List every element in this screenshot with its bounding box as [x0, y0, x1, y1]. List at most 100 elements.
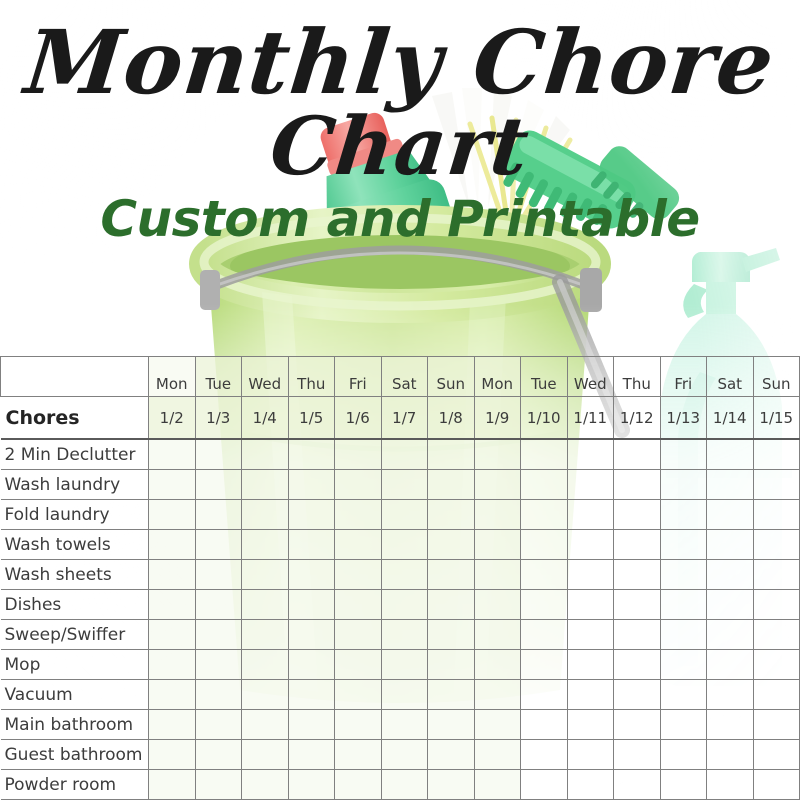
chore-check-cell[interactable]: [334, 619, 382, 650]
chore-check-cell[interactable]: [706, 739, 754, 770]
chore-check-cell[interactable]: [473, 709, 521, 740]
chore-check-cell[interactable]: [380, 559, 428, 590]
chore-check-cell[interactable]: [194, 619, 242, 650]
date-header[interactable]: 1/6: [334, 396, 382, 440]
chore-check-cell[interactable]: [566, 438, 614, 470]
chore-check-cell[interactable]: [473, 559, 521, 590]
chore-check-cell[interactable]: [241, 529, 289, 560]
chore-check-cell[interactable]: [241, 438, 289, 470]
chore-check-cell[interactable]: [334, 739, 382, 770]
chore-check-cell[interactable]: [427, 709, 475, 740]
chore-check-cell[interactable]: [427, 769, 475, 800]
chore-check-cell[interactable]: [194, 438, 242, 470]
chore-check-cell[interactable]: [752, 559, 800, 590]
chore-check-cell[interactable]: [427, 589, 475, 620]
chore-check-cell[interactable]: [241, 559, 289, 590]
date-header[interactable]: 1/7: [380, 396, 428, 440]
chore-check-cell[interactable]: [613, 739, 661, 770]
chore-check-cell[interactable]: [566, 469, 614, 500]
chore-check-cell[interactable]: [659, 469, 707, 500]
chore-check-cell[interactable]: [520, 769, 568, 800]
chore-check-cell[interactable]: [473, 469, 521, 500]
chore-check-cell[interactable]: [520, 469, 568, 500]
chore-check-cell[interactable]: [566, 679, 614, 710]
chore-check-cell[interactable]: [241, 769, 289, 800]
chore-check-cell[interactable]: [706, 499, 754, 530]
chore-check-cell[interactable]: [613, 709, 661, 740]
chore-check-cell[interactable]: [287, 559, 335, 590]
chore-check-cell[interactable]: [752, 769, 800, 800]
chore-check-cell[interactable]: [706, 769, 754, 800]
chore-check-cell[interactable]: [706, 709, 754, 740]
chore-check-cell[interactable]: [613, 529, 661, 560]
date-header[interactable]: 1/3: [194, 396, 242, 440]
chore-check-cell[interactable]: [752, 499, 800, 530]
chore-check-cell[interactable]: [520, 589, 568, 620]
chore-check-cell[interactable]: [241, 499, 289, 530]
chore-check-cell[interactable]: [334, 559, 382, 590]
chore-check-cell[interactable]: [241, 589, 289, 620]
chore-check-cell[interactable]: [427, 649, 475, 680]
chore-check-cell[interactable]: [520, 649, 568, 680]
chore-check-cell[interactable]: [380, 679, 428, 710]
chore-check-cell[interactable]: [427, 529, 475, 560]
chore-check-cell[interactable]: [287, 499, 335, 530]
chore-check-cell[interactable]: [566, 769, 614, 800]
chore-check-cell[interactable]: [752, 589, 800, 620]
chore-check-cell[interactable]: [613, 469, 661, 500]
chore-check-cell[interactable]: [334, 649, 382, 680]
chore-check-cell[interactable]: [659, 709, 707, 740]
chore-check-cell[interactable]: [287, 529, 335, 560]
chore-check-cell[interactable]: [241, 709, 289, 740]
chore-check-cell[interactable]: [520, 739, 568, 770]
chore-check-cell[interactable]: [520, 559, 568, 590]
chore-check-cell[interactable]: [380, 438, 428, 470]
chore-check-cell[interactable]: [380, 589, 428, 620]
chore-check-cell[interactable]: [427, 438, 475, 470]
chore-check-cell[interactable]: [752, 709, 800, 740]
chore-check-cell[interactable]: [194, 709, 242, 740]
chore-check-cell[interactable]: [566, 559, 614, 590]
chore-check-cell[interactable]: [427, 679, 475, 710]
chore-check-cell[interactable]: [194, 499, 242, 530]
chore-check-cell[interactable]: [613, 649, 661, 680]
chore-check-cell[interactable]: [473, 739, 521, 770]
chore-check-cell[interactable]: [706, 649, 754, 680]
chore-check-cell[interactable]: [194, 589, 242, 620]
chore-check-cell[interactable]: [473, 679, 521, 710]
chore-check-cell[interactable]: [659, 529, 707, 560]
chore-check-cell[interactable]: [706, 469, 754, 500]
chore-check-cell[interactable]: [380, 499, 428, 530]
chore-check-cell[interactable]: [566, 739, 614, 770]
chore-check-cell[interactable]: [752, 469, 800, 500]
chore-check-cell[interactable]: [148, 739, 196, 770]
chore-check-cell[interactable]: [194, 769, 242, 800]
date-header[interactable]: 1/12: [613, 396, 661, 440]
chore-check-cell[interactable]: [241, 679, 289, 710]
chore-check-cell[interactable]: [473, 529, 521, 560]
chore-check-cell[interactable]: [194, 739, 242, 770]
chore-check-cell[interactable]: [566, 589, 614, 620]
chore-check-cell[interactable]: [613, 438, 661, 470]
chore-check-cell[interactable]: [752, 619, 800, 650]
chore-check-cell[interactable]: [334, 529, 382, 560]
chore-check-cell[interactable]: [659, 649, 707, 680]
chore-check-cell[interactable]: [473, 589, 521, 620]
chore-check-cell[interactable]: [334, 769, 382, 800]
chore-check-cell[interactable]: [287, 438, 335, 470]
chore-check-cell[interactable]: [659, 769, 707, 800]
chore-check-cell[interactable]: [287, 739, 335, 770]
date-header[interactable]: 1/13: [659, 396, 707, 440]
chore-check-cell[interactable]: [194, 559, 242, 590]
chore-check-cell[interactable]: [241, 739, 289, 770]
chore-check-cell[interactable]: [194, 679, 242, 710]
chore-check-cell[interactable]: [334, 709, 382, 740]
chore-check-cell[interactable]: [566, 649, 614, 680]
chore-check-cell[interactable]: [659, 438, 707, 470]
chore-check-cell[interactable]: [194, 529, 242, 560]
chore-check-cell[interactable]: [752, 438, 800, 470]
chore-check-cell[interactable]: [241, 649, 289, 680]
chore-check-cell[interactable]: [334, 589, 382, 620]
chore-check-cell[interactable]: [659, 739, 707, 770]
chore-check-cell[interactable]: [194, 469, 242, 500]
